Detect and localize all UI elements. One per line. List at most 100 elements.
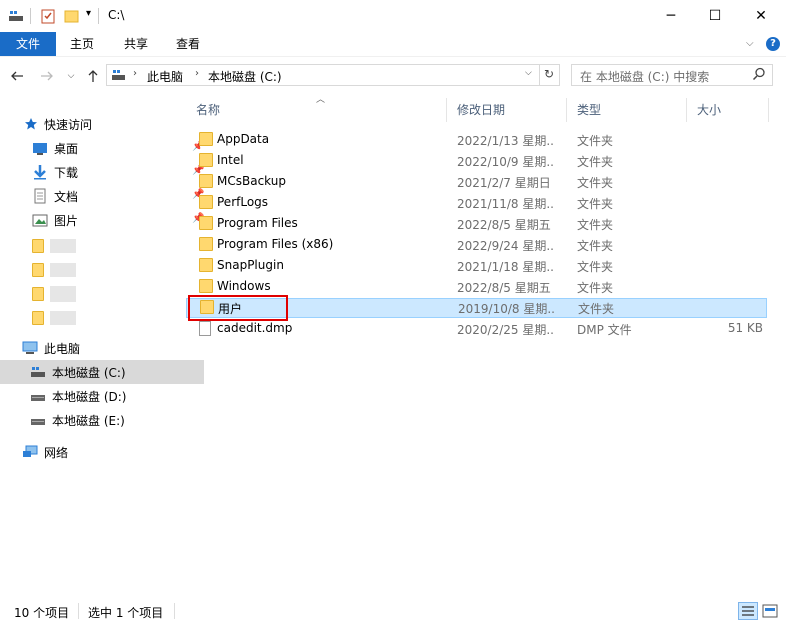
table-row[interactable]: Windows 2022/8/5 星期五 ... 文件夹 <box>186 277 767 297</box>
blurred-label <box>50 286 76 302</box>
large-icons-view-icon[interactable] <box>762 603 778 619</box>
file-date: 2019/10/8 星期... <box>458 302 554 316</box>
drive-icon <box>30 364 46 380</box>
tab-home[interactable]: 主页 <box>60 32 104 56</box>
drive-icon <box>111 68 127 85</box>
file-type: 文件夹 <box>577 176 614 190</box>
table-row[interactable]: cadedit.dmp 2020/2/25 星期... DMP 文件 51 KB <box>186 319 767 339</box>
file-name: Windows <box>217 279 271 293</box>
minimize-button[interactable]: ─ <box>648 0 694 32</box>
help-icon[interactable]: ? <box>766 37 780 51</box>
address-history-chevron-icon[interactable]: ⌵ <box>525 68 532 78</box>
sidebar-item-quick-access[interactable]: 快速访问 <box>0 112 198 136</box>
maximize-button[interactable]: ☐ <box>692 0 738 32</box>
file-size: 51 KB <box>727 321 763 335</box>
file-date: 2021/2/7 星期日 ... <box>457 176 553 190</box>
column-size[interactable]: 大小 <box>687 98 769 122</box>
details-view-icon[interactable] <box>738 602 758 620</box>
file-type: 文件夹 <box>577 134 614 148</box>
back-arrow-icon[interactable] <box>8 67 26 85</box>
address-bar[interactable]: › 此电脑 › 本地磁盘 (C:) ⌵ ↻ <box>106 64 560 86</box>
file-date: 2021/1/18 星期... <box>457 260 553 274</box>
folder-icon <box>32 287 44 301</box>
sidebar-item-drive-e[interactable]: 本地磁盘 (E:) <box>0 408 204 432</box>
file-date: 2021/11/8 星期... <box>457 197 553 211</box>
separator <box>98 8 99 24</box>
sidebar-item-desktop[interactable]: 桌面 📌 <box>0 136 206 160</box>
breadcrumb-separator-icon[interactable]: › <box>195 68 199 79</box>
file-type: 文件夹 <box>577 155 614 169</box>
file-name: Intel <box>217 153 244 167</box>
sidebar-item-documents[interactable]: 文档 📌 <box>0 184 206 208</box>
blurred-label <box>50 311 76 325</box>
file-date: 2022/8/5 星期五 ... <box>457 218 553 232</box>
sidebar-item-pictures[interactable]: 图片 📌 <box>0 208 206 232</box>
network-icon <box>22 444 38 460</box>
sidebar-item-pinned-folder[interactable] <box>0 234 206 258</box>
column-name[interactable]: 名称 <box>186 98 447 122</box>
table-row[interactable]: AppData 2022/1/13 星期... 文件夹 <box>186 130 767 150</box>
breadcrumb-this-pc[interactable]: 此电脑 <box>147 68 183 85</box>
search-input[interactable]: 在 本地磁盘 (C:) 中搜索 <box>571 64 773 86</box>
up-arrow-icon[interactable] <box>84 67 102 85</box>
table-row[interactable]: PerfLogs 2021/11/8 星期... 文件夹 <box>186 193 767 213</box>
refresh-icon[interactable]: ↻ <box>544 67 554 81</box>
column-header-row: ︿ 名称 修改日期 类型 大小 <box>186 95 770 122</box>
file-type: DMP 文件 <box>577 323 632 337</box>
file-icon <box>199 321 211 336</box>
file-name: PerfLogs <box>217 195 269 209</box>
expand-ribbon-icon[interactable]: ⌵ <box>746 38 754 49</box>
column-type[interactable]: 类型 <box>567 98 687 122</box>
folder-icon <box>199 216 213 230</box>
computer-icon <box>22 340 38 356</box>
table-row[interactable]: SnapPlugin 2021/1/18 星期... 文件夹 <box>186 256 767 276</box>
sidebar-item-network[interactable]: 网络 <box>0 440 196 464</box>
sidebar-item-drive-c[interactable]: 本地磁盘 (C:) <box>0 360 204 384</box>
properties-icon[interactable] <box>40 8 56 24</box>
table-row[interactable]: MCsBackup 2021/2/7 星期日 ... 文件夹 <box>186 172 767 192</box>
sidebar-item-pinned-folder[interactable] <box>0 258 206 282</box>
breadcrumb-separator-icon[interactable]: › <box>133 68 137 79</box>
file-name: cadedit.dmp <box>217 321 293 335</box>
status-bar: 10 个项目 选中 1 个项目 <box>0 600 786 625</box>
search-icon[interactable] <box>752 67 766 84</box>
new-folder-icon[interactable] <box>64 8 80 24</box>
title-bar: ▾ C:\ ─ ☐ ✕ <box>0 0 786 32</box>
desktop-icon <box>32 140 48 156</box>
breadcrumb-local-disk-c[interactable]: 本地磁盘 (C:) <box>208 68 282 85</box>
sidebar-item-downloads[interactable]: 下载 📌 <box>0 160 206 184</box>
table-row[interactable]: Program Files 2022/8/5 星期五 ... 文件夹 <box>186 214 767 234</box>
sidebar-item-drive-d[interactable]: 本地磁盘 (D:) <box>0 384 204 408</box>
drive-icon <box>8 8 24 24</box>
sidebar-item-label: 此电脑 <box>44 341 81 356</box>
sidebar-item-label: 文档 <box>54 189 79 204</box>
forward-arrow-icon[interactable] <box>38 67 56 85</box>
sidebar-item-this-pc[interactable]: 此电脑 <box>0 336 196 360</box>
navigation-bar: ⌵ › 此电脑 › 本地磁盘 (C:) ⌵ ↻ 在 本地磁盘 (C:) 中搜索 <box>0 60 786 92</box>
recent-locations-chevron-icon[interactable]: ⌵ <box>62 67 80 85</box>
table-row[interactable]: Intel 2022/10/9 星期... 文件夹 <box>186 151 767 171</box>
file-date: 2022/9/24 星期... <box>457 239 553 253</box>
sidebar-item-label: 本地磁盘 (C:) <box>52 365 126 380</box>
file-type: 文件夹 <box>577 218 614 232</box>
customize-toolbar-icon[interactable]: ▾ <box>86 8 96 24</box>
drive-icon <box>30 412 46 428</box>
tab-file[interactable]: 文件 <box>0 32 56 56</box>
file-name: Program Files (x86) <box>217 237 334 251</box>
column-date[interactable]: 修改日期 <box>447 98 567 122</box>
sidebar-item-label: 图片 <box>54 213 79 228</box>
tab-view[interactable]: 查看 <box>166 32 210 56</box>
close-button[interactable]: ✕ <box>738 0 784 32</box>
tab-share[interactable]: 共享 <box>114 32 158 56</box>
separator <box>539 65 540 85</box>
ribbon-tabs: 文件 主页 共享 查看 ⌵ ? <box>0 32 786 57</box>
folder-icon <box>199 237 213 251</box>
table-row[interactable]: Program Files (x86) 2022/9/24 星期... 文件夹 <box>186 235 767 255</box>
file-type: 文件夹 <box>577 197 614 211</box>
sidebar-item-pinned-folder[interactable] <box>0 306 206 330</box>
star-icon <box>24 117 38 131</box>
download-arrow-icon <box>32 164 48 180</box>
file-type: 文件夹 <box>577 260 614 274</box>
highlight-box <box>188 295 288 321</box>
sidebar-item-pinned-folder[interactable] <box>0 282 206 306</box>
